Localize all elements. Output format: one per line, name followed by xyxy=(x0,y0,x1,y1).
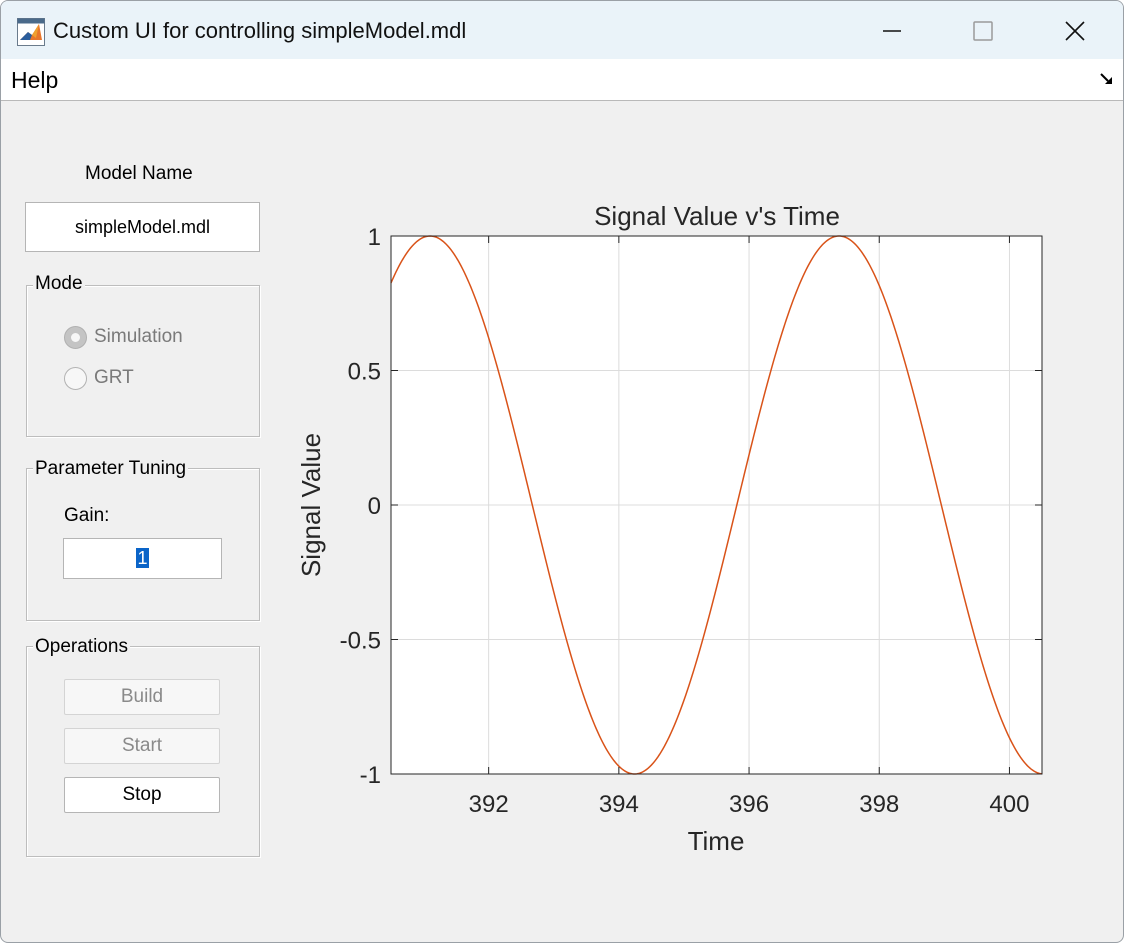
grt-radio-label: GRT xyxy=(94,367,134,388)
y-tick-label: -1 xyxy=(360,762,381,789)
window-title: Custom UI for controlling simpleModel.md… xyxy=(53,18,467,43)
gain-input[interactable]: 1 xyxy=(63,538,222,579)
minimize-icon xyxy=(883,30,901,32)
matlab-logo-icon xyxy=(17,18,45,46)
y-tick-label: -0.5 xyxy=(340,628,381,655)
gain-label: Gain: xyxy=(64,505,110,526)
x-tick-label: 392 xyxy=(469,791,509,818)
grt-radio[interactable] xyxy=(64,367,87,390)
x-tick-label: 394 xyxy=(599,791,639,818)
build-button[interactable]: Build xyxy=(64,679,220,715)
y-tick-label: 1 xyxy=(368,224,381,251)
y-tick-labels: 1 0.5 0 -0.5 -1 xyxy=(340,224,381,789)
start-button[interactable]: Start xyxy=(64,728,220,764)
x-axis-label: Time xyxy=(688,826,745,856)
mode-panel xyxy=(26,285,260,437)
model-name-field[interactable]: simpleModel.mdl xyxy=(25,202,260,252)
x-tick-label: 400 xyxy=(989,791,1029,818)
model-name-label: Model Name xyxy=(85,163,193,184)
toolbar-toggle-arrow-icon[interactable] xyxy=(1099,71,1115,87)
maximize-icon xyxy=(973,21,993,41)
y-tick-label: 0.5 xyxy=(348,359,381,386)
minimize-button[interactable] xyxy=(862,9,922,53)
maximize-button[interactable] xyxy=(953,9,1013,53)
x-tick-label: 398 xyxy=(859,791,899,818)
mode-panel-title: Mode xyxy=(33,273,85,295)
y-axis-label: Signal Value xyxy=(296,433,326,577)
chart-title: Signal Value v's Time xyxy=(594,201,840,231)
menu-help[interactable]: Help xyxy=(11,67,58,94)
parameter-tuning-title: Parameter Tuning xyxy=(33,458,189,480)
operations-title: Operations xyxy=(33,636,130,658)
app-window: Custom UI for controlling simpleModel.md… xyxy=(0,0,1124,943)
y-tick-label: 0 xyxy=(368,493,381,520)
stop-button[interactable]: Stop xyxy=(64,777,220,813)
simulation-radio-label: Simulation xyxy=(94,326,183,347)
signal-chart: Signal Value v's Time 392 394 396 398 400 1 0… xyxy=(296,201,1043,856)
x-tick-labels: 392 394 396 398 400 xyxy=(469,791,1030,818)
close-button[interactable] xyxy=(1045,9,1105,53)
x-tick-label: 396 xyxy=(729,791,769,818)
simulation-radio[interactable] xyxy=(64,326,87,349)
menu-bar: Help xyxy=(1,59,1123,101)
close-icon xyxy=(1065,21,1085,41)
title-bar[interactable]: Custom UI for controlling simpleModel.md… xyxy=(1,1,1123,59)
gain-value: 1 xyxy=(136,548,149,568)
